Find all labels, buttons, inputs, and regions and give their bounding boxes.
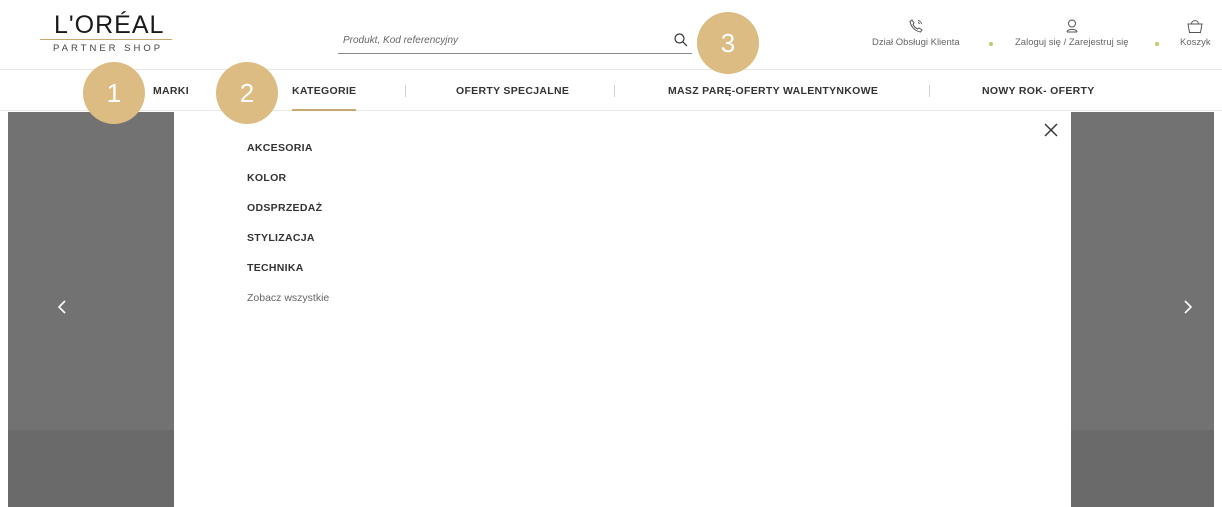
nav-item-oferty-specjalne[interactable]: OFERTY SPECJALNE xyxy=(456,71,569,111)
category-akcesoria[interactable]: AKCESORIA xyxy=(247,142,313,154)
step-marker-3: 3 xyxy=(697,12,759,74)
step-marker-2: 2 xyxy=(216,62,278,124)
cart-label: Koszyk xyxy=(1180,37,1211,48)
chevron-right-icon[interactable] xyxy=(1178,292,1198,322)
logo-divider xyxy=(40,39,172,40)
category-odsprzedaz[interactable]: ODSPRZEDAŻ xyxy=(247,202,322,214)
customer-service-link[interactable]: Dział Obsługi Klienta xyxy=(872,18,960,48)
step-marker-1: 1 xyxy=(83,62,145,124)
chevron-left-icon[interactable] xyxy=(52,292,72,322)
login-label: Zaloguj się / Zarejestruj się xyxy=(1015,37,1129,48)
category-kolor[interactable]: KOLOR xyxy=(247,172,286,184)
nav-divider xyxy=(929,85,930,97)
category-stylizacja[interactable]: STYLIZACJA xyxy=(247,232,315,244)
nav-divider xyxy=(614,85,615,97)
cart-link[interactable]: Koszyk xyxy=(1180,18,1211,48)
categories-dropdown: AKCESORIA KOLOR ODSPRZEDAŻ STYLIZACJA TE… xyxy=(174,112,1071,507)
nav-item-kategorie[interactable]: KATEGORIE xyxy=(292,71,357,111)
logo-brand-name: L'ORÉAL xyxy=(54,11,165,39)
user-icon xyxy=(1066,19,1078,33)
logo-sub-text: PARTNER SHOP xyxy=(53,43,164,54)
category-technika[interactable]: TECHNIKA xyxy=(247,262,304,274)
header: L'ORÉAL PARTNER SHOP Dział Obsługi Klien… xyxy=(0,0,1222,70)
login-link[interactable]: Zaloguj się / Zarejestruj się xyxy=(1015,18,1129,48)
separator-dot xyxy=(1155,42,1159,46)
nav-item-marki[interactable]: MARKI xyxy=(153,71,189,111)
search-bar xyxy=(338,28,692,54)
separator-dot xyxy=(989,42,993,46)
search-icon[interactable] xyxy=(673,32,689,48)
customer-service-label: Dział Obsługi Klienta xyxy=(872,37,960,48)
close-icon[interactable] xyxy=(1043,122,1059,138)
loreal-logo[interactable]: L'ORÉAL PARTNER SHOP xyxy=(40,12,172,58)
search-input[interactable] xyxy=(338,28,658,52)
see-all-link[interactable]: Zobacz wszystkie xyxy=(247,292,329,304)
nav-item-nowy-rok[interactable]: NOWY ROK- OFERTY xyxy=(982,71,1095,111)
cart-icon xyxy=(1187,20,1203,33)
nav-divider xyxy=(405,85,406,97)
nav-item-walentynkowe[interactable]: MASZ PARĘ-OFERTY WALENTYNKOWE xyxy=(668,71,878,111)
main-nav: MARKI KATEGORIE OFERTY SPECJALNE MASZ PA… xyxy=(0,71,1222,111)
phone-icon xyxy=(909,19,923,33)
